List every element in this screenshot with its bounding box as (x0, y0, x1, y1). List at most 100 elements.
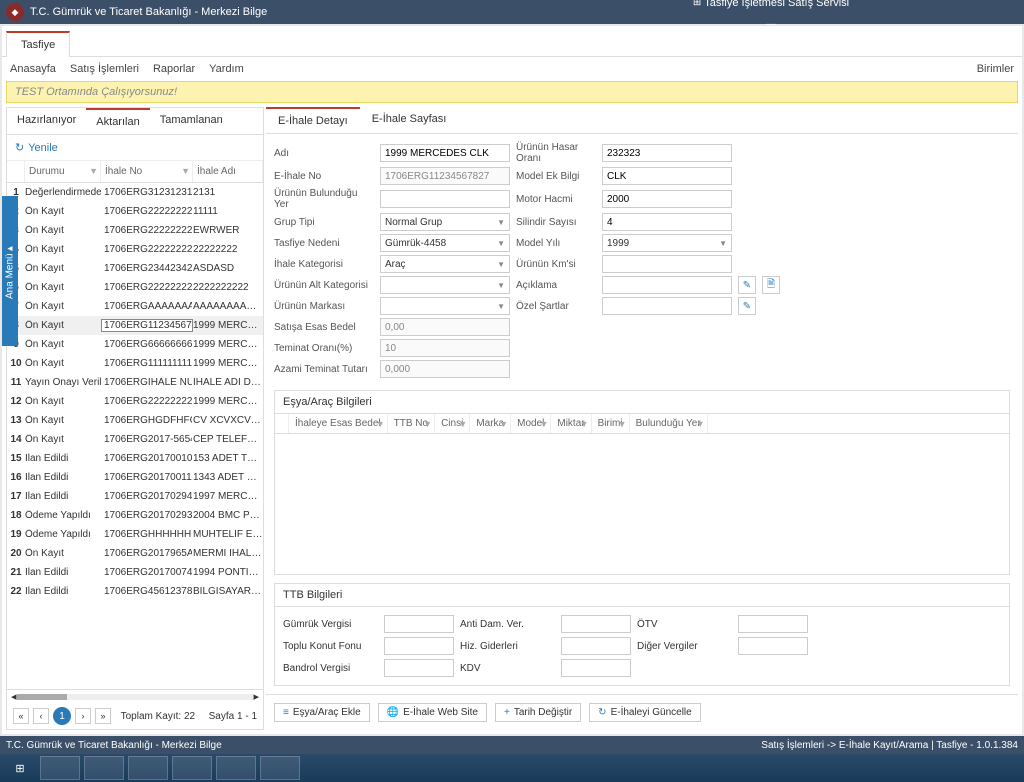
table-row[interactable]: 14Ön Kayıt1706ERG2017-565443CEP TELEFONU… (7, 430, 263, 449)
tab-tamamlanan[interactable]: Tamamlanan (150, 108, 233, 134)
label-neden: Tasfiye Nedeni (274, 238, 374, 249)
col-ihaleye-esas[interactable]: İhaleye Esas Bedel▼ (289, 414, 388, 433)
select-grup[interactable]: Normal Grup▼ (380, 213, 510, 231)
input-hiz[interactable] (561, 637, 631, 655)
pager-first[interactable]: « (13, 708, 29, 724)
input-otv[interactable] (738, 615, 808, 633)
input-yer[interactable] (380, 190, 510, 208)
menu-anasayfa[interactable]: Anasayfa (10, 63, 56, 75)
select-kat[interactable]: Araç▼ (380, 255, 510, 273)
grid-body[interactable]: 1Değerlendirmede1706ERG3123123122621312Ö… (7, 183, 263, 689)
table-row[interactable]: 22İlan Edildi1706ERG45612378962BİLGİSAYA… (7, 582, 263, 601)
table-row[interactable]: 9Ön Kayıt1706ERG666666666421999 MERCEDES… (7, 335, 263, 354)
edit-aciklama-button[interactable]: ✎ (738, 276, 756, 294)
pager-prev[interactable]: ‹ (33, 708, 49, 724)
pager-next[interactable]: › (75, 708, 91, 724)
filter-icon: ▼ (696, 419, 705, 429)
tab-aktarilan[interactable]: Aktarılan (86, 108, 149, 134)
table-row[interactable]: 7Ön Kayıt1706ERGAAAAAAAAA28AAAAAAAAAAAAA… (7, 297, 263, 316)
input-ekbilgi[interactable] (602, 167, 732, 185)
edit-sartlar-button[interactable]: ✎ (738, 297, 756, 315)
pager-last[interactable]: » (95, 708, 111, 724)
filter-icon[interactable]: ▼ (181, 166, 190, 176)
tab-tasfiye[interactable]: Tasfiye (6, 31, 70, 57)
filter-icon[interactable]: ▼ (89, 166, 98, 176)
taskbar-item[interactable] (260, 756, 300, 780)
pager-current[interactable]: 1 (53, 707, 71, 725)
col-birimi[interactable]: Birimi▼ (592, 414, 630, 433)
table-row[interactable]: 2Ön Kayıt1706ERG2222222223411111 (7, 202, 263, 221)
input-sartlar[interactable] (602, 297, 732, 315)
input-aciklama[interactable] (602, 276, 732, 294)
taskbar-item[interactable] (84, 756, 124, 780)
table-row[interactable]: 8Ön Kayıt1706ERG112345678271999 MERCEDES… (7, 316, 263, 335)
btn-tarih-degistir[interactable]: +Tarih Değiştir (495, 703, 581, 722)
table-row[interactable]: 21İlan Edildi1706ERG201700748581994 PONT… (7, 563, 263, 582)
status-bar: T.C. Gümrük ve Ticaret Bakanlığı - Merke… (0, 736, 1024, 754)
taskbar[interactable]: ⊞ (0, 754, 1024, 782)
input-anti[interactable] (561, 615, 631, 633)
table-row[interactable]: 16İlan Edildi1706ERG20170011A561343 ADET… (7, 468, 263, 487)
table-row[interactable]: 18Ödeme Yapıldı1706ERG20170293K542004 BM… (7, 506, 263, 525)
taskbar-item[interactable] (172, 756, 212, 780)
label-sartlar: Özel Şartlar (516, 301, 596, 312)
col-miktar[interactable]: Miktar▼ (551, 414, 591, 433)
taskbar-item[interactable] (128, 756, 168, 780)
menu-yardim[interactable]: Yardım (209, 63, 244, 75)
menu-birimler[interactable]: Birimler (977, 63, 1014, 75)
select-neden[interactable]: Gümrük-4458▼ (380, 234, 510, 252)
input-adi[interactable] (380, 144, 510, 162)
col-durumu[interactable]: Durumu▼ (25, 161, 101, 182)
taskbar-item[interactable] (40, 756, 80, 780)
service-info[interactable]: ⊞Tasfiye İşletmesi Satış Servisi (693, 0, 849, 9)
select-marka[interactable]: ▼ (380, 297, 510, 315)
table-row[interactable]: 1Değerlendirmede1706ERG312312312262131 (7, 183, 263, 202)
start-button[interactable]: ⊞ (4, 756, 36, 780)
table-row[interactable]: 12Ön Kayıt1706ERG222222222471999 MERCEDE… (7, 392, 263, 411)
tab-hazirlaniyor[interactable]: Hazırlanıyor (7, 108, 86, 134)
scroll-x[interactable]: ◂▸ (7, 689, 263, 703)
input-hacim[interactable] (602, 190, 732, 208)
btn-guncelle[interactable]: ↻E-İhaleyi Güncelle (589, 703, 701, 722)
input-diger[interactable] (738, 637, 808, 655)
col-ihaleadi[interactable]: İhale Adı (193, 161, 263, 182)
col-model[interactable]: Model▼ (511, 414, 551, 433)
table-row[interactable]: 6Ön Kayıt1706ERG222222222292222222222 (7, 278, 263, 297)
refresh-button[interactable]: ↻Yenile (7, 135, 263, 161)
esya-grid-body[interactable] (275, 434, 1009, 574)
select-altkat[interactable]: ▼ (380, 276, 510, 294)
menu-satis[interactable]: Satış İşlemleri (70, 63, 139, 75)
input-bandrol[interactable] (384, 659, 454, 677)
table-row[interactable]: 5Ön Kayıt1706ERG23442342330ASDASD (7, 259, 263, 278)
input-silindir[interactable] (602, 213, 732, 231)
left-subtabs: Hazırlanıyor Aktarılan Tamamlanan (7, 108, 263, 135)
input-kdv[interactable] (561, 659, 631, 677)
table-row[interactable]: 4Ön Kayıt1706ERG2222222223122222222 (7, 240, 263, 259)
tab-eihale-sayfasi[interactable]: E-İhale Sayfası (360, 107, 459, 133)
input-km[interactable] (602, 255, 732, 273)
taskbar-item[interactable] (216, 756, 256, 780)
select-myil[interactable]: 1999▼ (602, 234, 732, 252)
doc-aciklama-button[interactable]: 🗎 (762, 276, 780, 294)
input-gumruk[interactable] (384, 615, 454, 633)
side-menu-handle[interactable]: Ana Menü ▸ (2, 196, 18, 346)
btn-esya-ekle[interactable]: ≡Eşya/Araç Ekle (274, 703, 370, 722)
col-marka[interactable]: Marka▼ (470, 414, 511, 433)
btn-web-site[interactable]: 🌐E-İhale Web Site (378, 703, 487, 722)
table-row[interactable]: 13Ön Kayıt1706ERGHGDFHFGHH46CV XCVXCVBXC… (7, 411, 263, 430)
input-konut[interactable] (384, 637, 454, 655)
menu-raporlar[interactable]: Raporlar (153, 63, 195, 75)
tab-eihale-detay[interactable]: E-İhale Detayı (266, 107, 360, 133)
input-hasar[interactable] (602, 144, 732, 162)
table-row[interactable]: 11Yayın Onayı Verilmedi1706ERGİHALE NUM3… (7, 373, 263, 392)
table-row[interactable]: 19Ödeme Yapıldı1706ERGHHHHHHHHH53MUHTELİ… (7, 525, 263, 544)
table-row[interactable]: 20Ön Kayıt1706ERG2017965AA59MERMİ İHALES… (7, 544, 263, 563)
col-bulundugu[interactable]: Bulunduğu Yer▼ (630, 414, 708, 433)
col-cinsi[interactable]: Cinsi▼ (435, 414, 470, 433)
col-ihaleno[interactable]: İhale No▼ (101, 161, 193, 182)
table-row[interactable]: 3Ön Kayıt1706ERG22222222233EWRWER (7, 221, 263, 240)
table-row[interactable]: 10Ön Kayıt1706ERG111111111371999 MERCEDE… (7, 354, 263, 373)
table-row[interactable]: 17İlan Edildi1706ERG20170294H551997 MERC… (7, 487, 263, 506)
col-ttbno[interactable]: TTB No▼ (388, 414, 435, 433)
table-row[interactable]: 15İlan Edildi1706ERG20170010A57153 ADET … (7, 449, 263, 468)
